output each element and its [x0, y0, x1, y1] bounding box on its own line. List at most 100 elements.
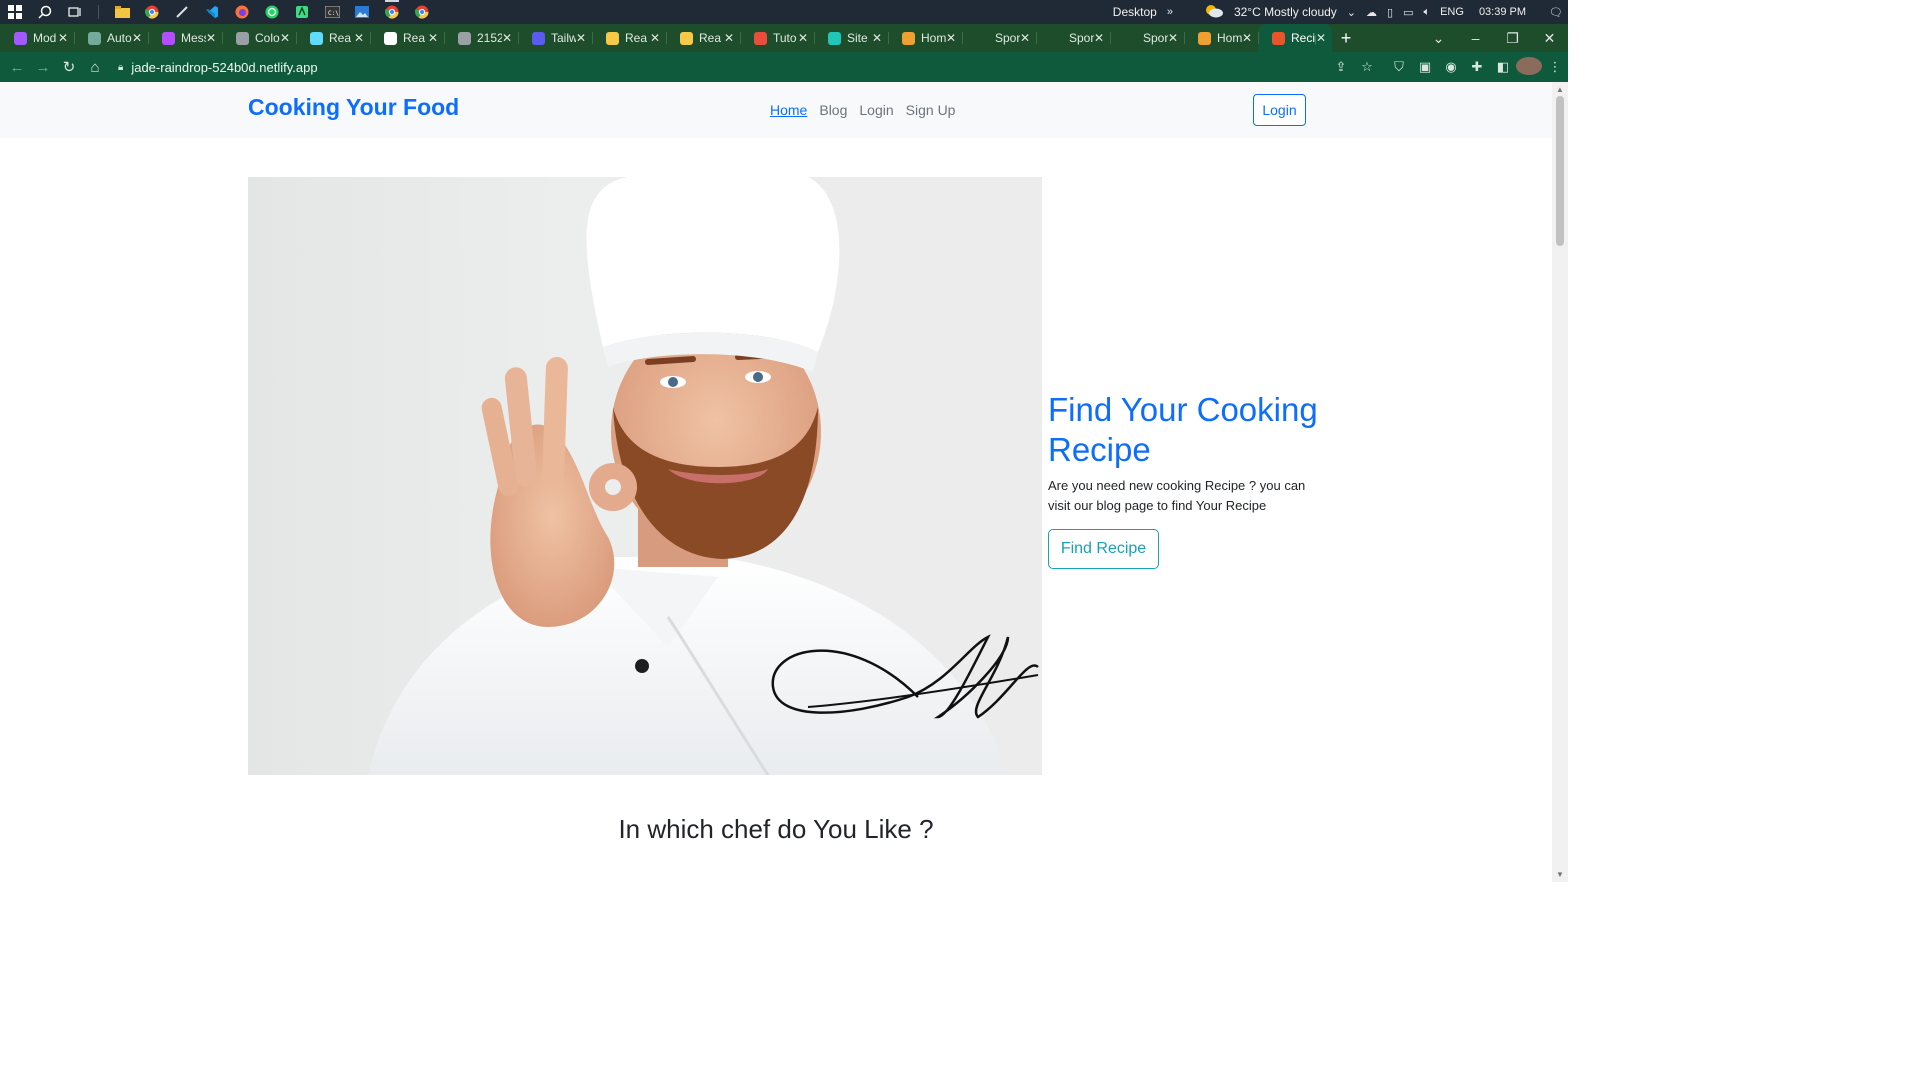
terminal-icon[interactable]: C:\ — [317, 0, 347, 24]
tab-title: Recip — [1291, 31, 1316, 45]
page-scrollbar[interactable]: ▲ ▼ — [1552, 82, 1568, 882]
chrome-profile-icon[interactable] — [407, 0, 437, 24]
browser-tab[interactable]: Spor ✕ — [1110, 24, 1184, 52]
notification-icon[interactable]: 🗨︎ — [1549, 6, 1563, 19]
scrollbar-thumb[interactable] — [1556, 96, 1564, 246]
weather-cloud-icon[interactable] — [1204, 4, 1224, 21]
tab-close-icon[interactable]: ✕ — [1094, 31, 1104, 45]
firefox-icon[interactable] — [227, 0, 257, 24]
tab-favicon-icon — [458, 31, 471, 45]
tab-close-icon[interactable]: ✕ — [798, 31, 808, 45]
windows-start-icon[interactable] — [0, 0, 30, 24]
android-studio-icon[interactable] — [287, 0, 317, 24]
browser-tab[interactable]: Recip✕ — [1258, 24, 1332, 52]
menu-kebab-icon[interactable]: ⋮ — [1542, 59, 1568, 75]
browser-tab[interactable]: Spor ✕ — [1036, 24, 1110, 52]
address-bar[interactable]: 🔒︎ jade-raindrop-524b0d.netlify.app — [118, 55, 318, 79]
browser-tab[interactable]: Hom ✕ — [888, 24, 962, 52]
browser-tab[interactable]: 2152 ✕ — [444, 24, 518, 52]
browser-tab[interactable]: Rea ✕ — [666, 24, 740, 52]
home-icon[interactable]: ⌂ — [82, 59, 108, 76]
browser-tab[interactable]: Tuto ✕ — [740, 24, 814, 52]
restore-icon[interactable]: ❐ — [1494, 30, 1531, 47]
browser-tab[interactable]: Rea ✕ — [370, 24, 444, 52]
photos-icon[interactable] — [347, 0, 377, 24]
browser-tab[interactable]: Colo ✕ — [222, 24, 296, 52]
tab-close-icon[interactable]: ✕ — [502, 31, 512, 45]
tab-close-icon[interactable]: ✕ — [1242, 31, 1252, 45]
tab-close-icon[interactable]: ✕ — [872, 31, 882, 45]
tab-title: Spor — [1143, 31, 1168, 45]
extension-circle-icon[interactable]: ◉ — [1438, 59, 1464, 75]
tab-title: Spor — [995, 31, 1020, 45]
reload-icon[interactable]: ↻ — [56, 58, 82, 76]
find-recipe-button[interactable]: Find Recipe — [1048, 529, 1159, 569]
browser-tab[interactable]: Hom ✕ — [1184, 24, 1258, 52]
chevron-double-right-icon[interactable]: » — [1167, 6, 1173, 18]
puzzle-extensions-icon[interactable]: ✚ — [1464, 59, 1490, 75]
browser-tab[interactable]: Spor ✕ — [962, 24, 1036, 52]
browser-tab[interactable]: Auto ✕ — [74, 24, 148, 52]
desktop-toolbar-label[interactable]: Desktop — [1113, 5, 1157, 19]
tab-close-icon[interactable]: ✕ — [1316, 31, 1326, 45]
bookmark-star-icon[interactable]: ☆ — [1354, 59, 1380, 75]
tab-close-icon[interactable]: ✕ — [1020, 31, 1030, 45]
tab-favicon-icon — [88, 31, 101, 45]
nav-link-login[interactable]: Login — [859, 102, 893, 118]
tab-close-icon[interactable]: ✕ — [946, 31, 956, 45]
onedrive-cloud-icon[interactable]: ☁ — [1366, 6, 1377, 19]
url-text[interactable]: jade-raindrop-524b0d.netlify.app — [131, 60, 317, 75]
login-button[interactable]: Login — [1253, 94, 1306, 126]
tab-search-chevron-icon[interactable]: ⌄ — [1420, 30, 1457, 47]
browser-tab[interactable]: Rea ✕ — [592, 24, 666, 52]
chrome-active-icon[interactable] — [377, 0, 407, 24]
network-icon[interactable]: ▭ — [1403, 6, 1413, 19]
tab-close-icon[interactable]: ✕ — [428, 31, 438, 45]
tab-close-icon[interactable]: ✕ — [354, 31, 364, 45]
side-panel-icon[interactable]: ◧ — [1490, 59, 1516, 75]
tab-close-icon[interactable]: ✕ — [576, 31, 586, 45]
nav-link-home[interactable]: Home — [770, 102, 807, 118]
minimize-icon[interactable]: – — [1457, 30, 1494, 46]
tab-close-icon[interactable]: ✕ — [58, 31, 68, 45]
forward-arrow-icon[interactable]: → — [30, 59, 56, 76]
clock-time[interactable]: 03:39 PM — [1479, 6, 1526, 18]
lock-icon[interactable]: 🔒︎ — [118, 62, 123, 73]
nav-link-sign-up[interactable]: Sign Up — [906, 102, 956, 118]
whatsapp-icon[interactable] — [257, 0, 287, 24]
scroll-up-arrow-icon[interactable]: ▲ — [1556, 85, 1564, 94]
tab-close-icon[interactable]: ✕ — [1168, 31, 1178, 45]
close-window-icon[interactable]: ✕ — [1531, 30, 1568, 47]
volume-icon[interactable]: 🔈︎ — [1423, 6, 1430, 19]
task-view-icon[interactable] — [60, 0, 90, 24]
browser-tab[interactable]: Mess✕ — [148, 24, 222, 52]
tab-close-icon[interactable]: ✕ — [206, 31, 216, 45]
shield-extension-icon[interactable]: ⛉ — [1386, 59, 1412, 75]
file-explorer-icon[interactable] — [107, 0, 137, 24]
battery-icon[interactable]: ▯ — [1387, 6, 1393, 19]
back-arrow-icon[interactable]: ← — [4, 59, 30, 76]
new-tab-button[interactable]: + — [1332, 28, 1360, 49]
site-brand[interactable]: Cooking Your Food — [248, 94, 459, 121]
tab-close-icon[interactable]: ✕ — [724, 31, 734, 45]
tab-title: Hom — [1217, 31, 1242, 45]
browser-tab[interactable]: Mod ✕ — [0, 24, 74, 52]
share-icon[interactable]: ⇪ — [1328, 59, 1354, 75]
vscode-icon[interactable] — [197, 0, 227, 24]
tab-close-icon[interactable]: ✕ — [650, 31, 660, 45]
tab-close-icon[interactable]: ✕ — [132, 31, 142, 45]
chevron-down-icon[interactable]: ⌄ — [1347, 6, 1356, 19]
weather-text[interactable]: 32°C Mostly cloudy — [1234, 5, 1337, 19]
browser-tab[interactable]: Tailw ✕ — [518, 24, 592, 52]
profile-avatar[interactable] — [1516, 56, 1542, 78]
browser-tab[interactable]: Site ✕ — [814, 24, 888, 52]
language-indicator[interactable]: ENG — [1440, 6, 1464, 18]
extension-square-icon[interactable]: ▣ — [1412, 59, 1438, 75]
scroll-down-arrow-icon[interactable]: ▼ — [1556, 870, 1564, 879]
pen-tool-icon[interactable] — [167, 0, 197, 24]
chrome-icon[interactable] — [137, 0, 167, 24]
tab-close-icon[interactable]: ✕ — [280, 31, 290, 45]
search-icon[interactable] — [30, 0, 60, 24]
nav-link-blog[interactable]: Blog — [819, 102, 847, 118]
browser-tab[interactable]: Rea ✕ — [296, 24, 370, 52]
